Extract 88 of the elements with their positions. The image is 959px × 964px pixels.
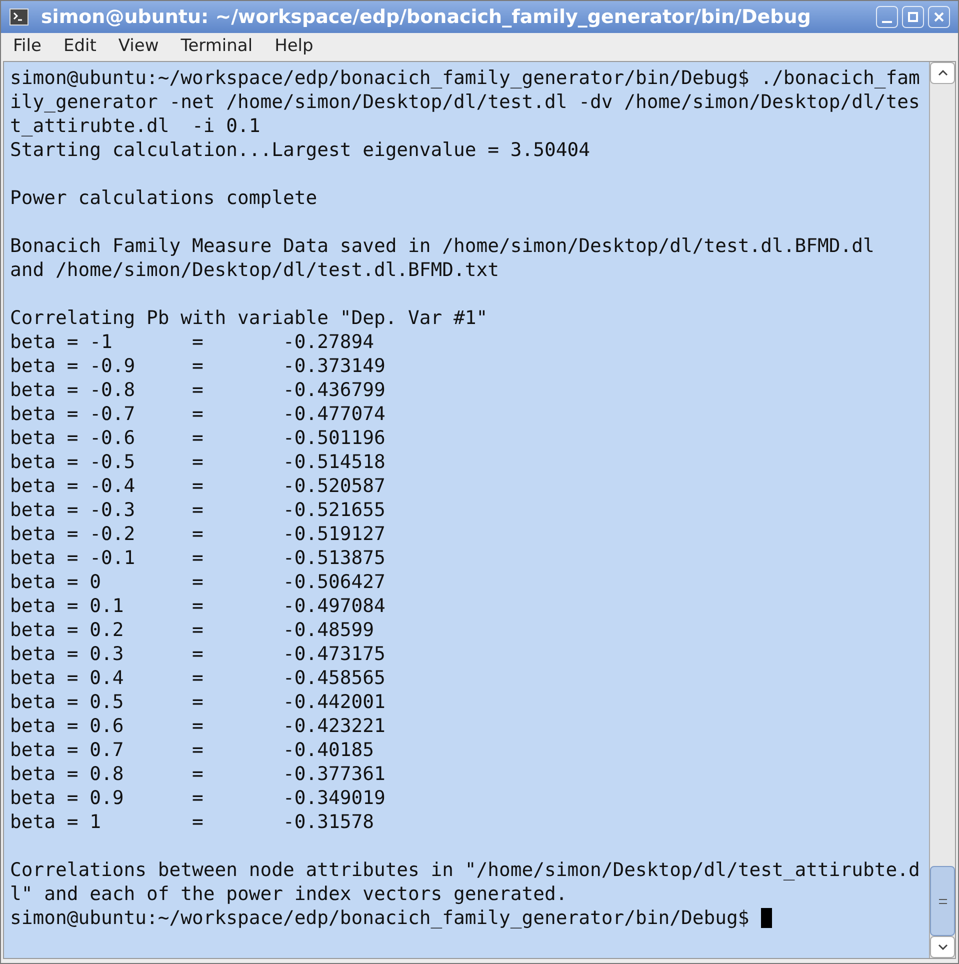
beta-label: beta = -0.8	[10, 378, 136, 402]
output-line: Starting calculation...Largest eigenvalue = 3.50404	[10, 138, 590, 162]
equals-sign: =	[192, 498, 204, 522]
menu-item[interactable]: View	[118, 34, 159, 60]
correlation-value: -0.31578	[283, 810, 374, 834]
equals-sign: =	[192, 738, 204, 762]
correlation-value: -0.373149	[283, 354, 386, 378]
equals-sign: =	[192, 426, 204, 450]
output-line: simon@ubuntu:~/workspace/edp/bonacich_family_generator/bin/Debug$ ./bonacich_fam	[10, 66, 920, 90]
menu-item[interactable]: Edit	[63, 34, 96, 60]
beta-label: beta = 0.2	[10, 618, 125, 642]
output-line: Bonacich Family Measure Data saved in /home/simon/Desktop/dl/test.dl.BFMD.dl	[10, 234, 874, 258]
beta-label: beta = 0.8	[10, 762, 125, 786]
output-line: ily_generator -net /home/simon/Desktop/dl/test.dl -dv /home/simon/Desktop/dl/tes	[10, 90, 920, 114]
correlation-value: -0.349019	[283, 786, 386, 810]
correlation-value: -0.48599	[283, 618, 374, 642]
close-icon	[933, 11, 945, 23]
equals-sign: =	[192, 762, 204, 786]
equals-sign: =	[192, 522, 204, 546]
output-line: Correlating Pb with variable "Dep. Var #1"	[10, 306, 488, 330]
correlation-value: -0.513875	[283, 546, 386, 570]
beta-label: beta = -0.4	[10, 474, 136, 498]
terminal-icon	[9, 8, 29, 26]
correlation-value: -0.473175	[283, 642, 386, 666]
correlation-value: -0.521655	[283, 498, 386, 522]
beta-label: beta = -0.9	[10, 354, 136, 378]
equals-sign: =	[192, 450, 204, 474]
scrollbar[interactable]	[929, 62, 955, 958]
equals-sign: =	[192, 810, 204, 834]
maximize-button[interactable]	[902, 6, 924, 28]
output-line: Power calculations complete	[10, 186, 318, 210]
output-line: t_attirubte.dl -i 0.1	[10, 114, 260, 138]
beta-label: beta = -1	[10, 330, 114, 354]
beta-label: beta = -0.7	[10, 402, 136, 426]
beta-label: beta = -0.1	[10, 546, 136, 570]
equals-sign: =	[192, 354, 204, 378]
equals-sign: =	[192, 546, 204, 570]
correlation-value: -0.423221	[283, 714, 386, 738]
equals-sign: =	[192, 330, 204, 354]
prompt-line: simon@ubuntu:~/workspace/edp/bonacich_family_generator/bin/Debug$	[10, 906, 750, 930]
beta-label: beta = 0.3	[10, 642, 125, 666]
correlation-value: -0.501196	[283, 426, 386, 450]
correlation-value: -0.497084	[283, 594, 386, 618]
beta-label: beta = -0.6	[10, 426, 136, 450]
beta-label: beta = 0.7	[10, 738, 125, 762]
output-line: and /home/simon/Desktop/dl/test.dl.BFMD.txt	[10, 258, 500, 282]
beta-label: beta = 0.6	[10, 714, 125, 738]
equals-sign: =	[192, 474, 204, 498]
correlation-value: -0.27894	[283, 330, 374, 354]
beta-label: beta = 1	[10, 810, 102, 834]
scrollbar-thumb[interactable]	[930, 866, 955, 936]
beta-label: beta = -0.5	[10, 450, 136, 474]
equals-sign: =	[192, 618, 204, 642]
text-cursor	[761, 908, 772, 928]
correlation-value: -0.477074	[283, 402, 386, 426]
menu-item[interactable]: File	[13, 34, 42, 60]
beta-label: beta = 0.5	[10, 690, 125, 714]
correlation-value: -0.436799	[283, 378, 386, 402]
correlation-value: -0.520587	[283, 474, 386, 498]
beta-label: beta = 0.1	[10, 594, 125, 618]
equals-sign: =	[192, 594, 204, 618]
beta-label: beta = 0	[10, 570, 102, 594]
correlation-value: -0.442001	[283, 690, 386, 714]
correlation-value: -0.506427	[283, 570, 386, 594]
equals-sign: =	[192, 402, 204, 426]
equals-sign: =	[192, 714, 204, 738]
beta-label: beta = 0.9	[10, 786, 125, 810]
close-button[interactable]	[928, 6, 950, 28]
equals-sign: =	[192, 642, 204, 666]
beta-label: beta = 0.4	[10, 666, 125, 690]
beta-label: beta = -0.3	[10, 498, 136, 522]
minimize-button[interactable]	[876, 6, 898, 28]
beta-label: beta = -0.2	[10, 522, 136, 546]
correlation-value: -0.40185	[283, 738, 374, 762]
equals-sign: =	[192, 666, 204, 690]
window-title: simon@ubuntu: ~/workspace/edp/bonacich_family_generator/bin/Debug	[41, 4, 812, 30]
output-line: Correlations between node attributes in "/home/simon/Desktop/dl/test_attirubte.d	[10, 858, 920, 882]
correlation-value: -0.377361	[283, 762, 386, 786]
correlation-value: -0.458565	[283, 666, 386, 690]
output-line: l" and each of the power index vectors generated.	[10, 882, 568, 906]
menu-item[interactable]: Terminal	[180, 34, 253, 60]
menu-item[interactable]: Help	[274, 34, 314, 60]
equals-sign: =	[192, 690, 204, 714]
correlation-value: -0.514518	[283, 450, 386, 474]
equals-sign: =	[192, 786, 204, 810]
equals-sign: =	[192, 378, 204, 402]
correlation-value: -0.519127	[283, 522, 386, 546]
equals-sign: =	[192, 570, 204, 594]
